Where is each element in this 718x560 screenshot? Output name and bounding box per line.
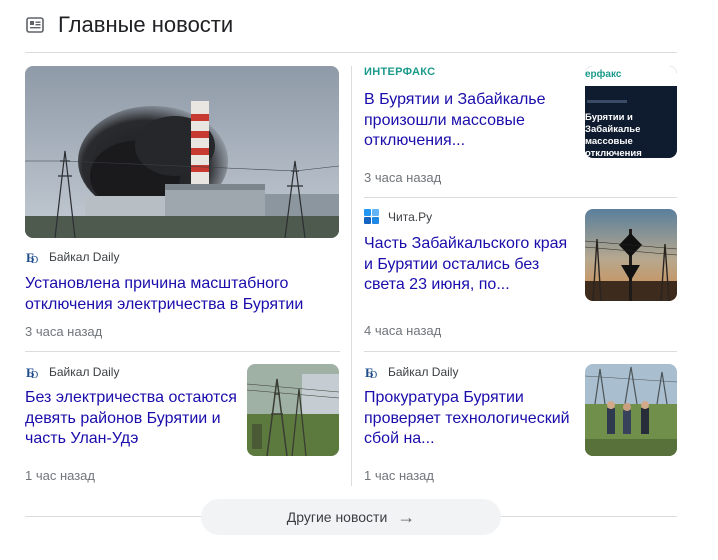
article-thumbnail[interactable] (585, 364, 677, 456)
baikal-daily-logo-icon: БD (25, 249, 41, 265)
news-card-baikal-2[interactable]: БD Байкал Daily Без электричества остают… (25, 364, 339, 486)
article-time: 3 часа назад (364, 170, 442, 185)
section-header: Главные новости (25, 10, 233, 40)
article-thumbnail[interactable] (585, 209, 677, 301)
article-source: ИНТЕРФАКС (364, 66, 435, 78)
interfax-logo-icon: ИНТЕРФАКС (364, 66, 436, 78)
row-divider (25, 351, 340, 352)
source-name: Байкал Daily (49, 250, 120, 264)
article-source: БD Байкал Daily (364, 364, 458, 380)
article-thumbnail[interactable] (247, 364, 339, 456)
article-thumbnail[interactable]: ерфакс Бурятии и Забайкалье массовые отк… (585, 66, 677, 158)
header-divider (25, 52, 677, 53)
article-time: 1 час назад (364, 468, 434, 483)
column-divider (351, 66, 352, 486)
news-icon (25, 15, 45, 35)
baikal-daily-logo-icon: БD (364, 364, 380, 380)
arrow-right-icon: → (397, 506, 416, 527)
section-title: Главные новости (58, 12, 234, 37)
article-time: 3 часа назад (25, 324, 103, 339)
news-card-chita[interactable]: Чита.Ру Часть Забайкальского края и Буря… (364, 209, 678, 339)
article-title-link[interactable]: В Бурятии и Забайкалье произошли массовы… (364, 90, 572, 152)
article-source: БD Байкал Daily (25, 249, 119, 265)
article-source: Чита.Ру (364, 209, 432, 225)
svg-text:D: D (31, 255, 38, 265)
source-name: Байкал Daily (388, 365, 459, 379)
baikal-daily-logo-icon: БD (25, 364, 41, 380)
thumbnail-brand-text: ерфакс (585, 69, 622, 80)
thumbnail-headline-text: Бурятии и Забайкалье массовые отключения… (585, 112, 642, 158)
source-name: Чита.Ру (388, 210, 433, 224)
article-thumbnail[interactable] (25, 66, 339, 238)
source-name: Байкал Daily (49, 365, 120, 379)
article-source: БD Байкал Daily (25, 364, 119, 380)
news-card-interfax[interactable]: ИНТЕРФАКС В Бурятии и Забайкалье произош… (364, 66, 678, 190)
article-title-link[interactable]: Установлена причина масштабного отключен… (25, 274, 340, 315)
more-news-label: Другие новости (286, 509, 388, 525)
article-title-link[interactable]: Прокуратура Бурятии проверяет технологич… (364, 388, 576, 450)
article-title-link[interactable]: Без электричества остаются девять районо… (25, 388, 237, 450)
news-card-baikal-3[interactable]: БD Байкал Daily Прокуратура Бурятии пров… (364, 364, 678, 486)
chita-ru-logo-icon (364, 209, 380, 225)
card-divider (364, 197, 677, 198)
news-card-main[interactable]: БD Байкал Daily Установлена причина масш… (25, 66, 340, 346)
row-divider (364, 351, 677, 352)
article-time: 1 час назад (25, 468, 95, 483)
svg-text:D: D (31, 370, 38, 380)
article-title-link[interactable]: Часть Забайкальского края и Бурятии оста… (364, 234, 576, 296)
more-news-button[interactable]: Другие новости → (201, 499, 501, 535)
svg-text:D: D (370, 370, 377, 380)
article-time: 4 часа назад (364, 323, 442, 338)
